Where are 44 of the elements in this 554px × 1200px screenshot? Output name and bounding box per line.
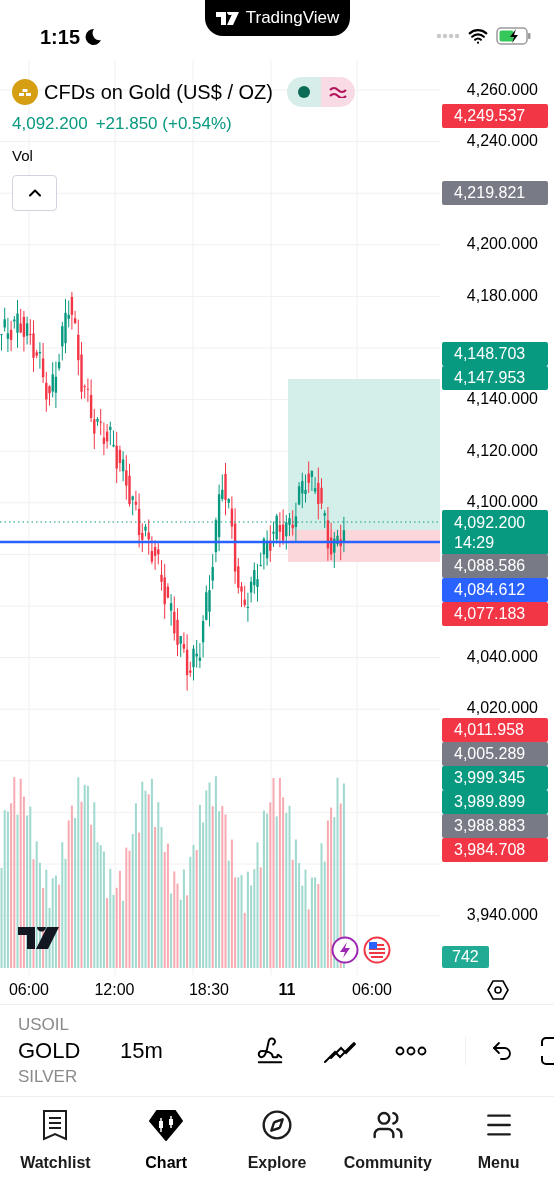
- symbol-title: CFDs on Gold (US$ / OZ): [44, 80, 273, 105]
- price-label: 4,088.586: [442, 554, 548, 578]
- price-tick-label: 3,940.000: [466, 905, 538, 925]
- price-change: +21.850 (+0.54%): [95, 113, 232, 135]
- time-tick-label: 06:00: [7, 979, 50, 1000]
- price-label: 4,077.183: [442, 602, 548, 626]
- price-label: 3,984.708: [442, 838, 548, 862]
- time-tick-label: 18:30: [187, 979, 230, 1000]
- price-tick-label: 4,040.000: [466, 647, 538, 667]
- price-tick-label: 4,100.000: [466, 492, 538, 512]
- price-label: 4,084.612: [442, 578, 548, 602]
- nav-tab[interactable]: Explore: [221, 1109, 333, 1175]
- nav-tab[interactable]: Community: [332, 1109, 444, 1175]
- clock-time: 1:15: [40, 25, 81, 50]
- symbol-option[interactable]: USOIL: [18, 1013, 120, 1036]
- price-label: 3,989.899: [442, 790, 548, 814]
- price-tick-label: 4,260.000: [466, 80, 538, 100]
- price-label: 3,999.345: [442, 766, 548, 790]
- volume-label: 742: [442, 946, 489, 968]
- nav-tab[interactable]: Watchlist: [0, 1109, 111, 1175]
- time-tick-label: 12:00: [93, 979, 136, 1000]
- price-tick-label: 4,240.000: [466, 131, 538, 151]
- symbol-option[interactable]: GOLD: [18, 1035, 120, 1066]
- price-tick-label: 4,120.000: [466, 441, 538, 461]
- price-label: 4,147.953: [442, 366, 548, 390]
- price-tick-label: 4,140.000: [466, 389, 538, 409]
- price-tick-label: 4,020.000: [466, 698, 538, 718]
- time-tick-label: 11: [277, 979, 297, 1000]
- last-price: 4,092.200: [12, 113, 88, 135]
- price-label: 4,005.289: [442, 742, 548, 766]
- price-label: 4,011.958: [442, 718, 548, 742]
- nav-tab[interactable]: Chart: [110, 1109, 222, 1175]
- time-tick-label: 06:00: [350, 979, 393, 1000]
- price-tick-label: 4,180.000: [466, 286, 538, 306]
- price-label: 4,092.200 14:29: [442, 510, 548, 555]
- interval-button[interactable]: 15m: [120, 1034, 200, 1067]
- nav-tab[interactable]: Menu: [443, 1109, 554, 1175]
- island-label: TradingView: [245, 7, 340, 30]
- price-tick-label: 4,200.000: [466, 234, 538, 254]
- price-label: 4,219.821: [442, 181, 548, 205]
- indicator-label: Vol: [12, 145, 33, 166]
- price-label: 4,148.703: [442, 342, 548, 366]
- price-label: 4,249.537: [442, 104, 548, 128]
- price-label: 3,988.883: [442, 814, 548, 838]
